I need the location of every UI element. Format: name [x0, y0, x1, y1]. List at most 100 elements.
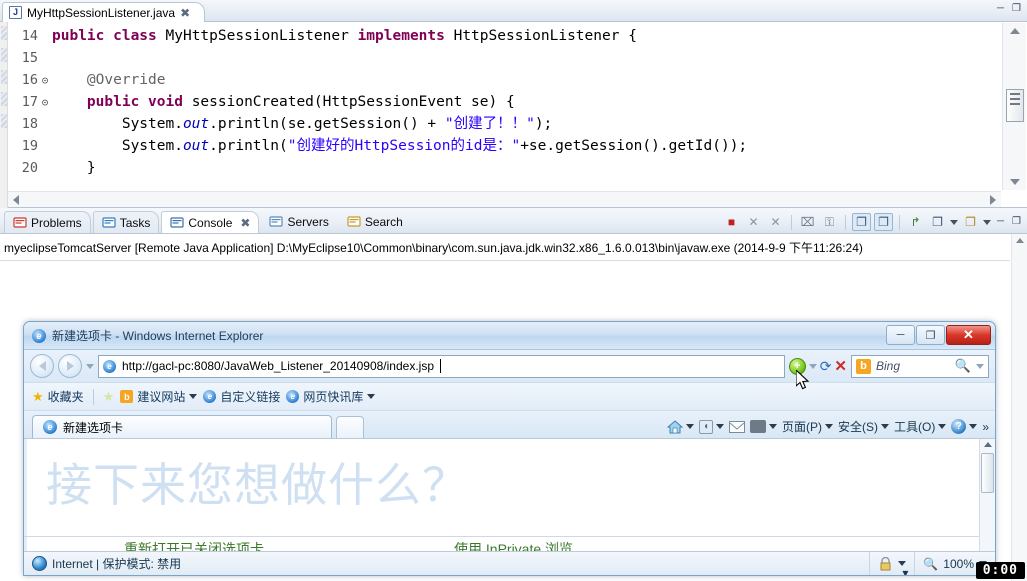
search-input[interactable]: Bing — [876, 359, 950, 373]
fold-toggle-icon[interactable]: ⊝ — [38, 92, 52, 114]
close-icon[interactable]: ✖ — [240, 217, 250, 229]
favorite-web-slice-gallery[interactable]: e 网页快讯库 — [286, 388, 376, 405]
search-provider-caret-icon[interactable] — [976, 363, 984, 369]
mail-button[interactable] — [728, 420, 745, 433]
chevron-down-icon[interactable] — [367, 394, 376, 399]
help-menu-button[interactable]: ? — [951, 419, 978, 434]
line-number: 14 — [21, 28, 38, 44]
compatibility-view-icon[interactable]: + — [788, 357, 806, 375]
clear-console-button[interactable]: ⌧ — [798, 213, 817, 231]
new-tab-button[interactable] — [336, 416, 364, 438]
chevron-down-icon[interactable] — [189, 394, 198, 399]
view-tab-servers[interactable]: Servers — [261, 211, 336, 233]
scroll-up-icon[interactable] — [1015, 238, 1024, 243]
chevron-down-icon[interactable] — [969, 424, 978, 429]
code-line[interactable]: 15 — [8, 47, 1001, 69]
history-dropdown-icon[interactable] — [86, 363, 94, 369]
chevron-down-icon[interactable] — [824, 424, 833, 429]
pin-console-button[interactable]: ↱ — [906, 213, 925, 231]
safety-menu-button[interactable]: 安全(S) — [838, 418, 889, 435]
status-zone[interactable]: Internet | 保护模式: 禁用 — [24, 552, 869, 575]
view-minimize-icon[interactable]: ─ — [994, 217, 1007, 228]
code-line[interactable]: 17 ⊝ public void sessionCreated(HttpSessi… — [8, 91, 1001, 113]
scrollbar-thumb[interactable] — [981, 453, 994, 493]
view-tab-search[interactable]: Search — [339, 211, 411, 233]
favorite-label: 自定义链接 — [220, 390, 281, 404]
remove-launch-button[interactable]: ✕ — [744, 213, 763, 231]
view-tab-tasks[interactable]: Tasks — [92, 211, 160, 233]
home-button[interactable] — [666, 419, 694, 434]
back-button[interactable] — [30, 354, 54, 378]
print-button[interactable] — [749, 420, 777, 433]
show-console-on-error-button[interactable]: ❐ — [874, 213, 893, 231]
chevron-down-icon[interactable] — [715, 424, 724, 429]
scrollbar-thumb[interactable] — [1006, 89, 1024, 122]
forward-button[interactable] — [58, 354, 82, 378]
chevron-down-icon[interactable]: ▾ — [898, 561, 908, 575]
chevron-down-icon[interactable] — [950, 219, 958, 225]
favorite-custom-links[interactable]: e 自定义链接 — [203, 388, 280, 405]
code-line[interactable]: 18 System.out.println(se.getSession() + … — [8, 113, 1001, 135]
scroll-down-icon[interactable] — [1009, 179, 1020, 185]
chevron-down-icon[interactable] — [938, 424, 947, 429]
favorite-suggested-sites[interactable]: b 建议网站 — [120, 388, 198, 405]
address-bar[interactable]: e http://gacl-pc:8080/JavaWeb_Listener_2… — [98, 354, 785, 378]
editor-tab-myhttpsessionlistener[interactable]: J MyHttpSessionListener.java ✖ — [2, 2, 206, 22]
search-box[interactable]: b Bing 🔍 — [851, 354, 989, 378]
tools-menu-button[interactable]: 工具(O) — [894, 418, 947, 435]
maximize-icon[interactable]: ❐ — [1010, 3, 1023, 14]
browser-tab-new-tab[interactable]: e 新建选项卡 — [32, 415, 332, 438]
view-tab-console[interactable]: Console ✖ — [161, 211, 260, 233]
scroll-left-icon[interactable] — [13, 194, 19, 205]
ie-close-button[interactable]: ✕ — [946, 325, 991, 345]
view-tab-problems[interactable]: Problems — [4, 211, 91, 233]
code-line[interactable]: 16 ⊝ @Override — [8, 69, 1001, 91]
chevron-down-icon[interactable] — [880, 424, 889, 429]
stop-icon[interactable]: ✕ — [834, 357, 847, 375]
terminate-button[interactable]: ■ — [722, 213, 741, 231]
minimize-icon[interactable]: ─ — [994, 3, 1007, 14]
chevron-down-icon[interactable] — [983, 219, 991, 225]
chevron-down-icon[interactable] — [768, 424, 777, 429]
editor-annotation-ruler[interactable] — [0, 22, 8, 208]
scroll-up-icon[interactable] — [1009, 28, 1020, 34]
scroll-lock-button[interactable]: ⚿ — [820, 213, 839, 231]
favorites-button[interactable]: ★ 收藏夹 — [32, 388, 84, 405]
fold-toggle-icon[interactable]: ⊝ — [38, 70, 52, 92]
ie-page-content[interactable]: 接下来您想做什么？ 重新打开已关闭选项卡 使用 InPrivate 浏览 — [24, 438, 995, 553]
code-text[interactable]: 14 public class MyHttpSessionListener imp… — [8, 22, 1001, 191]
compatibility-caret-icon[interactable] — [808, 363, 817, 369]
code-line[interactable]: 19 System.out.println("创建好的HttpSession的i… — [8, 135, 1001, 157]
view-maximize-icon[interactable]: ❐ — [1010, 217, 1023, 228]
mail-icon — [728, 420, 745, 433]
favorite-label: 网页快讯库 — [303, 390, 364, 404]
page-vertical-scrollbar[interactable] — [979, 439, 995, 553]
command-bar-overflow-button[interactable]: » — [982, 420, 989, 434]
search-icon[interactable]: 🔍 — [955, 358, 971, 374]
feeds-button[interactable]: ◖ — [698, 419, 724, 434]
privacy-status[interactable]: ▾ — [869, 552, 914, 575]
ie-title-bar[interactable]: e 新建选项卡 - Windows Internet Explorer ─ ❐ … — [24, 322, 995, 350]
address-input[interactable]: http://gacl-pc:8080/JavaWeb_Listener_201… — [122, 359, 434, 373]
scroll-up-icon[interactable] — [983, 442, 992, 447]
ie-restore-button[interactable]: ❐ — [916, 325, 945, 345]
add-to-favorites-bar-button[interactable]: ★ — [103, 389, 115, 405]
console-vertical-scrollbar[interactable] — [1011, 234, 1027, 581]
internet-explorer-window[interactable]: e 新建选项卡 - Windows Internet Explorer ─ ❐ … — [23, 321, 996, 576]
show-console-on-output-button[interactable]: ❐ — [852, 213, 871, 231]
page-menu-button[interactable]: 页面(P) — [782, 418, 833, 435]
scroll-right-icon[interactable] — [990, 194, 996, 205]
code-line[interactable]: 14 public class MyHttpSessionListener imp… — [8, 25, 1001, 47]
open-console-button[interactable]: ❐ — [961, 213, 980, 231]
ie-minimize-button[interactable]: ─ — [886, 325, 915, 345]
view-tab-label: Search — [364, 215, 403, 229]
editor-vertical-scrollbar[interactable] — [1002, 23, 1026, 190]
display-selected-console-button[interactable]: ❐ — [928, 213, 947, 231]
editor-horizontal-scrollbar[interactable] — [8, 191, 1001, 207]
java-editor[interactable]: 14 public class MyHttpSessionListener imp… — [0, 22, 1027, 208]
close-icon[interactable]: ✖ — [180, 7, 190, 19]
code-line[interactable]: 20 } — [8, 157, 1001, 179]
remove-all-terminated-button[interactable]: ✕ — [766, 213, 785, 231]
refresh-icon[interactable]: ⟳ — [820, 358, 832, 375]
chevron-down-icon[interactable] — [685, 424, 694, 429]
